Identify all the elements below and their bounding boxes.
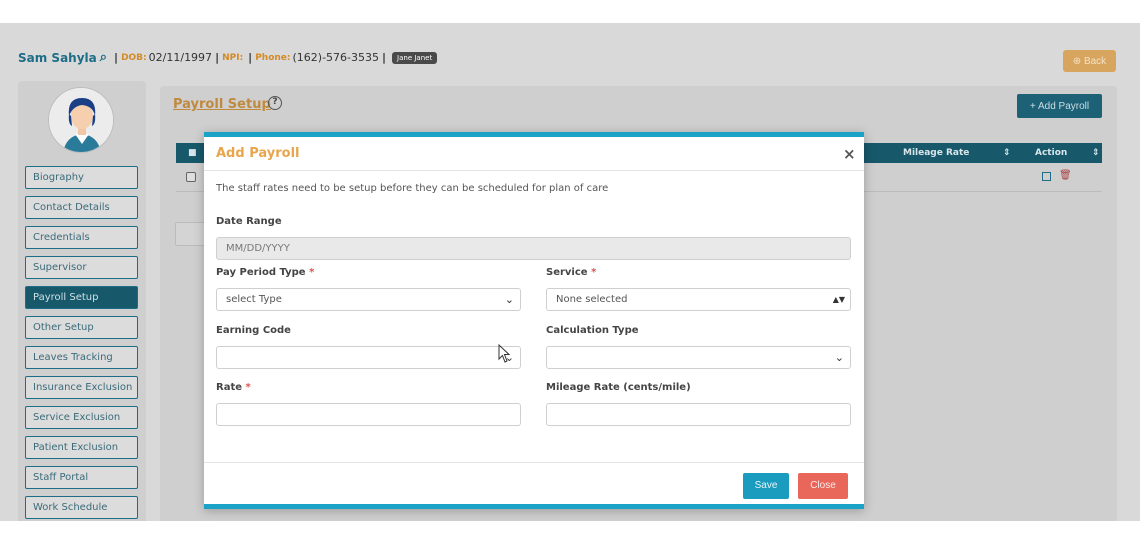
- dob-label: DOB:: [121, 52, 147, 63]
- phone-label: Phone:: [255, 52, 291, 63]
- sidebar-menu: Biography Contact Details Credentials Su…: [25, 166, 138, 521]
- page-title: Payroll Setup: [173, 97, 271, 112]
- sidebar-item-staff-portal[interactable]: Staff Portal: [25, 466, 138, 489]
- avatar: [48, 87, 114, 153]
- required-mark: *: [591, 267, 597, 278]
- staff-sidebar: Biography Contact Details Credentials Su…: [18, 81, 146, 521]
- service-value: None selected: [556, 294, 628, 305]
- pay-period-type-select[interactable]: select Type ⌄: [216, 288, 521, 311]
- save-button[interactable]: Save: [743, 473, 789, 499]
- patient-header: Sam Sahyla ⌕ | DOB: 02/11/1997 | NPI: | …: [18, 50, 438, 65]
- divider: [204, 462, 864, 463]
- calculation-type-select[interactable]: ⌄: [546, 346, 851, 369]
- separator: |: [248, 51, 253, 64]
- search-icon[interactable]: ⌕: [100, 50, 107, 65]
- service-multiselect[interactable]: None selected ▲▼: [546, 288, 851, 311]
- chevron-down-icon: ⌄: [834, 351, 844, 364]
- caregiver-badge: Jane Janet: [392, 51, 438, 64]
- sidebar-item-insurance-exclusion[interactable]: Insurance Exclusion: [25, 376, 138, 399]
- sidebar-item-credentials[interactable]: Credentials: [25, 226, 138, 249]
- close-icon[interactable]: ×: [843, 145, 856, 163]
- modal-title: Add Payroll: [216, 146, 300, 161]
- sidebar-item-patient-exclusion[interactable]: Patient Exclusion: [25, 436, 138, 459]
- sidebar-item-work-schedule[interactable]: Work Schedule: [25, 496, 138, 519]
- separator: |: [382, 51, 387, 64]
- rate-input[interactable]: [216, 403, 521, 426]
- pay-period-type-value: select Type: [226, 294, 282, 305]
- add-payroll-modal: Add Payroll × The staff rates need to be…: [204, 132, 864, 509]
- column-header-action: Action: [1035, 148, 1068, 158]
- phone-value: (162)-576-3535: [292, 51, 380, 64]
- mouse-cursor-icon: [498, 344, 511, 363]
- chevron-down-icon: ⌄: [504, 293, 514, 306]
- screen: Sam Sahyla ⌕ | DOB: 02/11/1997 | NPI: | …: [0, 23, 1140, 521]
- help-icon[interactable]: ?: [268, 96, 282, 110]
- earning-code-select[interactable]: ⌄: [216, 346, 521, 369]
- required-mark: *: [245, 382, 251, 393]
- pay-period-type-label: Pay Period Type *: [216, 267, 314, 278]
- back-button[interactable]: ⊕ Back: [1063, 50, 1116, 72]
- separator: |: [215, 51, 220, 64]
- sort-icon[interactable]: ⇕: [1092, 143, 1100, 163]
- earning-code-label: Earning Code: [216, 325, 291, 336]
- close-button[interactable]: Close: [798, 473, 848, 499]
- rate-label-text: Rate: [216, 382, 243, 393]
- dob-value: 02/11/1997: [148, 51, 213, 64]
- sidebar-item-leaves-tracking[interactable]: Leaves Tracking: [25, 346, 138, 369]
- sidebar-item-service-exclusion[interactable]: Service Exclusion: [25, 406, 138, 429]
- add-payroll-button[interactable]: + Add Payroll: [1017, 94, 1102, 118]
- service-label-text: Service: [546, 267, 588, 278]
- select-all-checkbox[interactable]: ■: [188, 143, 197, 163]
- edit-icon[interactable]: [1042, 172, 1051, 181]
- sort-icon[interactable]: ⇕: [1003, 143, 1011, 163]
- modal-note: The staff rates need to be setup before …: [216, 183, 609, 194]
- avatar-illustration: [49, 88, 113, 152]
- sidebar-item-contact-details[interactable]: Contact Details: [25, 196, 138, 219]
- sidebar-item-biography[interactable]: Biography: [25, 166, 138, 189]
- divider: [204, 170, 864, 171]
- mileage-rate-input[interactable]: [546, 403, 851, 426]
- row-checkbox[interactable]: [186, 172, 196, 182]
- patient-name[interactable]: Sam Sahyla: [18, 51, 97, 65]
- sidebar-item-payroll-setup[interactable]: Payroll Setup: [25, 286, 138, 309]
- service-label: Service *: [546, 267, 596, 278]
- calculation-type-label: Calculation Type: [546, 325, 639, 336]
- sidebar-item-supervisor[interactable]: Supervisor: [25, 256, 138, 279]
- mileage-rate-label: Mileage Rate (cents/mile): [546, 382, 691, 393]
- separator: |: [114, 51, 119, 64]
- npi-label: NPI:: [222, 52, 244, 63]
- updown-arrows-icon: ▲▼: [832, 295, 845, 304]
- required-mark: *: [309, 267, 315, 278]
- sidebar-item-other-setup[interactable]: Other Setup: [25, 316, 138, 339]
- trash-icon[interactable]: 🗑: [1059, 170, 1072, 181]
- date-range-field[interactable]: MM/DD/YYYY: [216, 237, 851, 260]
- pay-period-type-label-text: Pay Period Type: [216, 267, 306, 278]
- rate-label: Rate *: [216, 382, 251, 393]
- column-header-mileage-rate[interactable]: Mileage Rate: [903, 143, 969, 163]
- date-range-label: Date Range: [216, 216, 282, 227]
